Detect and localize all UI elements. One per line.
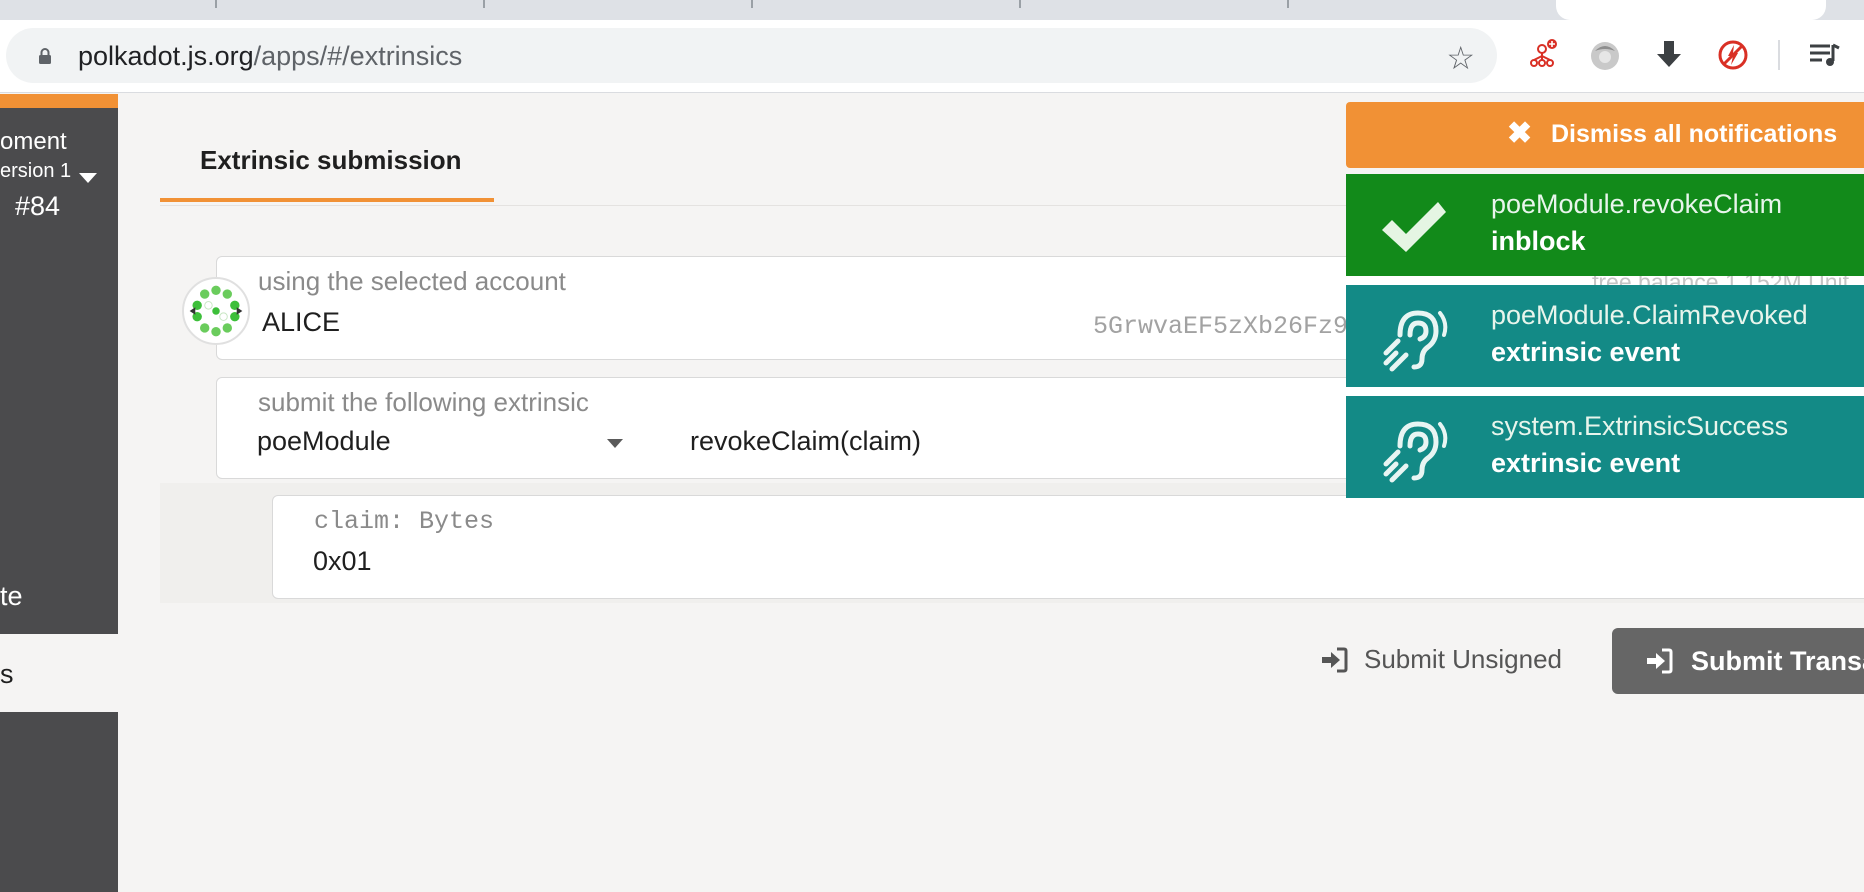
toolbar-separator bbox=[1778, 40, 1780, 70]
chevron-down-icon[interactable] bbox=[607, 439, 623, 448]
url-text[interactable]: polkadot.js.org/apps/#/extrinsics bbox=[78, 41, 462, 72]
notification-status: extrinsic event bbox=[1491, 448, 1681, 478]
assistive-listening-icon bbox=[1383, 310, 1448, 372]
sidebar-item-label[interactable]: s bbox=[0, 659, 14, 690]
browser-tab-strip bbox=[0, 0, 1864, 22]
sign-in-icon bbox=[1322, 647, 1348, 673]
tab-separator bbox=[1019, 0, 1021, 8]
sign-in-icon bbox=[1647, 648, 1673, 674]
notification-inblock[interactable]: poeModule.revokeClaim inblock bbox=[1346, 174, 1864, 276]
lock-icon bbox=[39, 48, 51, 64]
tab-separator bbox=[1287, 0, 1289, 8]
notification-status: extrinsic event bbox=[1491, 337, 1681, 367]
address-bar[interactable]: polkadot.js.org/apps/#/extrinsics ☆ bbox=[6, 28, 1497, 83]
tab-separator bbox=[483, 0, 485, 8]
extension-blocked-icon[interactable] bbox=[1715, 37, 1751, 73]
notification-action: poeModule.revokeClaim bbox=[1491, 189, 1783, 219]
tabs-row: Extrinsic submission bbox=[160, 100, 1410, 206]
browser-toolbar: polkadot.js.org/apps/#/extrinsics ☆ bbox=[0, 20, 1864, 93]
extension-network-icon[interactable] bbox=[1524, 37, 1560, 73]
notification-action: system.ExtrinsicSuccess bbox=[1491, 411, 1789, 441]
notification-action: poeModule.ClaimRevoked bbox=[1491, 300, 1808, 330]
tab-separator bbox=[751, 0, 753, 8]
account-label: using the selected account bbox=[258, 266, 566, 296]
notification-status: inblock bbox=[1491, 226, 1586, 256]
bookmark-star-icon[interactable]: ☆ bbox=[1446, 39, 1475, 77]
param-label: claim: Bytes bbox=[314, 507, 495, 536]
browser-tab-active[interactable] bbox=[1556, 0, 1826, 20]
account-name: ALICE bbox=[262, 307, 341, 337]
tab-extrinsic-submission[interactable]: Extrinsic submission bbox=[200, 145, 462, 176]
extension-polkadot-icon[interactable] bbox=[1587, 37, 1623, 73]
extrinsic-label: submit the following extrinsic bbox=[258, 387, 589, 417]
close-icon: ✖ bbox=[1507, 117, 1533, 150]
submit-transaction-button[interactable]: Submit Transaction bbox=[1612, 628, 1864, 694]
check-icon bbox=[1382, 202, 1446, 252]
active-tab-indicator bbox=[160, 198, 494, 202]
tab-separator bbox=[215, 0, 217, 8]
chain-name[interactable]: oment bbox=[0, 128, 67, 156]
download-icon[interactable] bbox=[1651, 37, 1687, 73]
media-queue-icon[interactable] bbox=[1806, 37, 1842, 73]
submit-unsigned-button[interactable]: Submit Unsigned bbox=[1314, 638, 1574, 682]
param-value[interactable]: 0x01 bbox=[313, 546, 372, 577]
assistive-listening-icon bbox=[1383, 421, 1448, 483]
sidebar-item-selected[interactable] bbox=[0, 634, 118, 712]
param-claim-input[interactable]: claim: Bytes 0x01 bbox=[272, 495, 1864, 599]
notification-event[interactable]: poeModule.ClaimRevoked extrinsic event bbox=[1346, 285, 1864, 387]
dismiss-all-notifications-button[interactable]: ✖ Dismiss all notifications bbox=[1346, 102, 1864, 168]
sidebar-item-label[interactable]: te bbox=[0, 581, 23, 612]
module-dropdown[interactable]: poeModule bbox=[257, 426, 391, 457]
sidebar-accent-bar bbox=[0, 94, 118, 108]
account-identicon[interactable] bbox=[182, 277, 250, 345]
runtime-version: ersion 1 bbox=[0, 160, 72, 182]
best-block-number: #84 bbox=[15, 191, 61, 221]
notification-event[interactable]: system.ExtrinsicSuccess extrinsic event bbox=[1346, 396, 1864, 498]
chevron-down-icon[interactable] bbox=[79, 173, 97, 183]
method-dropdown[interactable]: revokeClaim(claim) bbox=[690, 426, 921, 457]
